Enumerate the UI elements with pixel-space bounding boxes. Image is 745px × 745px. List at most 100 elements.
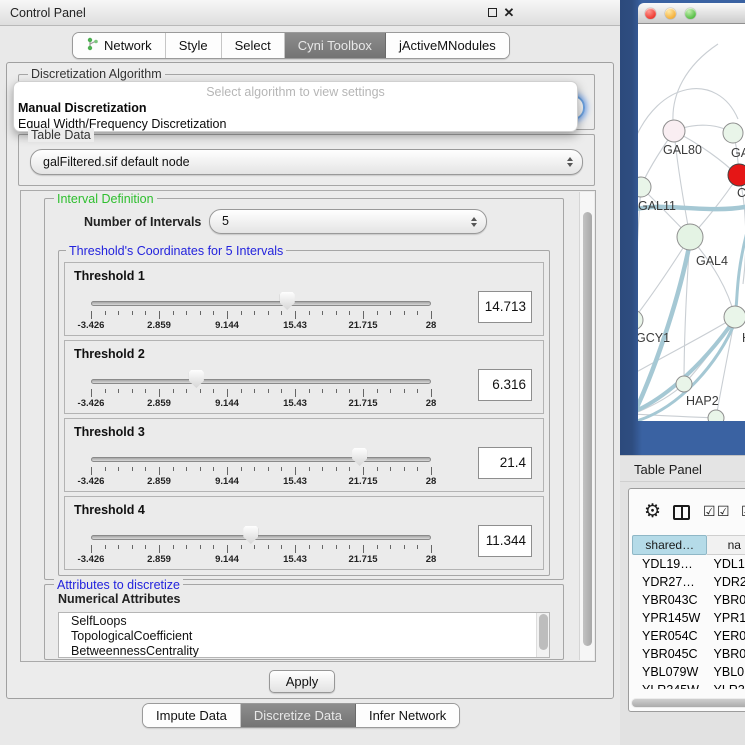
- attribute-list-item[interactable]: TopologicalCoefficient: [59, 628, 549, 643]
- tab-label: Network: [104, 38, 152, 53]
- column-header-shared-name[interactable]: shared…: [632, 535, 707, 555]
- node-gcy1[interactable]: [638, 310, 643, 330]
- float-window-icon[interactable]: [485, 6, 499, 20]
- threshold-value-field[interactable]: 14.713: [478, 291, 532, 323]
- combo-stepper-icon: [567, 157, 573, 167]
- threshold-panel-2: Threshold 2-3.4262.8599.14415.4321.71528…: [64, 340, 544, 414]
- tab-cyni-toolbox[interactable]: Cyni Toolbox: [285, 33, 386, 58]
- tab-discretize-data[interactable]: Discretize Data: [241, 704, 356, 727]
- cell-name: YPR1: [708, 609, 745, 627]
- checkbox-icon[interactable]: ☑: [717, 502, 730, 520]
- node-label-partial-ga: GA: [731, 146, 745, 160]
- cell-name: YLR3: [708, 681, 745, 689]
- tab-impute-data[interactable]: Impute Data: [143, 704, 241, 727]
- tab-jactivemnodules[interactable]: jActiveMNodules: [386, 33, 509, 58]
- node-gal11[interactable]: [638, 177, 651, 197]
- node-label-partial-c: C: [737, 186, 745, 200]
- threshold-slider-track[interactable]: [91, 457, 431, 462]
- network-window-titlebar[interactable]: [638, 3, 745, 24]
- network-icon: [86, 37, 99, 54]
- apply-button[interactable]: Apply: [269, 670, 335, 693]
- cell-shared-name: YER054C: [632, 627, 708, 645]
- node-bottom[interactable]: [708, 410, 724, 421]
- column-header-name[interactable]: na: [707, 535, 745, 555]
- threshold-slider-thumb[interactable]: [189, 370, 204, 388]
- table-body: YDL19…YDL1YDR27…YDR2YBR043CYBR0YPR145WYP…: [632, 555, 745, 689]
- cell-shared-name: YBR045C: [632, 645, 708, 663]
- network-canvas[interactable]: GAL80 GA C GAL11 GAL4 GCY1 H HAP2: [638, 24, 745, 421]
- node-label-gal11: GAL11: [638, 199, 676, 213]
- node-hap2[interactable]: [676, 376, 692, 392]
- table-row[interactable]: YDL19…YDL1: [632, 555, 745, 573]
- table-row[interactable]: YPR145WYPR1: [632, 609, 745, 627]
- slider-tick-labels: -3.4262.8599.14415.4321.71528: [91, 554, 431, 566]
- attribute-list-item[interactable]: SelfLoops: [59, 613, 549, 628]
- combo-stepper-icon: [471, 217, 477, 227]
- attributes-scrollbar[interactable]: [536, 613, 549, 657]
- threshold-slider-thumb[interactable]: [352, 448, 367, 466]
- threshold-label: Threshold 3: [74, 425, 145, 439]
- tab-network[interactable]: Network: [73, 33, 166, 58]
- table-horizontal-scrollbar[interactable]: [631, 698, 745, 708]
- threshold-value-field[interactable]: 21.4: [478, 447, 532, 479]
- node-top-right[interactable]: [723, 123, 743, 143]
- table-panel-title: Table Panel: [634, 462, 702, 477]
- checkbox-icon[interactable]: ☑: [741, 502, 745, 520]
- table-data-combo[interactable]: galFiltered.sif default node: [30, 149, 583, 175]
- control-panel: Control Panel ✕ NetworkStyleSelectCyni T…: [0, 0, 620, 745]
- popup-option-manual-discretization[interactable]: Manual Discretization: [18, 101, 147, 115]
- zoom-traffic-light-icon[interactable]: [685, 8, 696, 19]
- checkbox-icon[interactable]: ☑: [703, 502, 716, 520]
- threshold-label: Threshold 2: [74, 347, 145, 361]
- close-traffic-light-icon[interactable]: [645, 8, 656, 19]
- node-h[interactable]: [724, 306, 745, 328]
- network-view-window: GAL80 GA C GAL11 GAL4 GCY1 H HAP2: [638, 3, 745, 421]
- threshold-panel-1: Threshold 1-3.4262.8599.14415.4321.71528…: [64, 262, 544, 336]
- table-row[interactable]: YDR27…YDR2: [632, 573, 745, 591]
- minimize-traffic-light-icon[interactable]: [665, 8, 676, 19]
- table-row[interactable]: YLR345WYLR3: [632, 681, 745, 689]
- settings-vertical-scrollbar[interactable]: [579, 192, 594, 660]
- cytoscape-desktop: GAL80 GA C GAL11 GAL4 GCY1 H HAP2: [620, 0, 745, 455]
- threshold-slider-track[interactable]: [91, 535, 431, 540]
- table-panel: ⚙ ☑ ☑ ☑ shared… na YDL19…YDL1YDR27…YDR2Y…: [628, 488, 745, 712]
- gear-icon[interactable]: ⚙: [644, 502, 661, 522]
- node-gal4[interactable]: [677, 224, 703, 250]
- num-intervals-combo[interactable]: 5: [209, 209, 487, 234]
- scrollbar-thumb[interactable]: [539, 614, 548, 650]
- node-label-hap2: HAP2: [686, 394, 719, 408]
- close-icon[interactable]: ✕: [502, 6, 516, 20]
- threshold-slider-thumb[interactable]: [280, 292, 295, 310]
- cell-name: YER0: [708, 627, 745, 645]
- split-column-icon[interactable]: [673, 505, 690, 520]
- threshold-value-field[interactable]: 11.344: [478, 525, 532, 557]
- threshold-slider-track[interactable]: [91, 379, 431, 384]
- attribute-list-item[interactable]: BetweennessCentrality: [59, 643, 549, 658]
- tab-select[interactable]: Select: [222, 33, 285, 58]
- scrollbar-thumb[interactable]: [583, 212, 592, 646]
- numerical-attributes-list[interactable]: SelfLoopsTopologicalCoefficientBetweenne…: [58, 612, 550, 658]
- table-row[interactable]: YBL079WYBL0: [632, 663, 745, 681]
- tab-label: jActiveMNodules: [399, 38, 496, 53]
- scrollbar-thumb[interactable]: [632, 699, 745, 707]
- threshold-value-field[interactable]: 6.316: [478, 369, 532, 401]
- threshold-label: Threshold 4: [74, 503, 145, 517]
- node-red[interactable]: [728, 164, 745, 186]
- tab-style[interactable]: Style: [166, 33, 222, 58]
- interval-definition-label: Interval Definition: [54, 192, 157, 206]
- cell-shared-name: YDL19…: [632, 555, 708, 573]
- threshold-slider-track[interactable]: [91, 301, 431, 306]
- top-tab-bar: Network StyleSelectCyni Toolbox jActiveMNo…: [72, 32, 510, 59]
- cell-name: YBR0: [708, 591, 745, 609]
- algorithm-dropdown-popup: Select algorithm to view settings Manual…: [13, 81, 578, 132]
- table-row[interactable]: YBR045CYBR0: [632, 645, 745, 663]
- cell-shared-name: YBR043C: [632, 591, 708, 609]
- cell-name: YBL0: [708, 663, 745, 681]
- table-panel-titlebar: Table Panel: [620, 455, 745, 482]
- node-gal80[interactable]: [663, 120, 685, 142]
- num-intervals-label: Number of Intervals: [84, 215, 201, 229]
- threshold-slider-thumb[interactable]: [243, 526, 258, 544]
- table-row[interactable]: YER054CYER0: [632, 627, 745, 645]
- tab-infer-network[interactable]: Infer Network: [356, 704, 459, 727]
- table-row[interactable]: YBR043CYBR0: [632, 591, 745, 609]
